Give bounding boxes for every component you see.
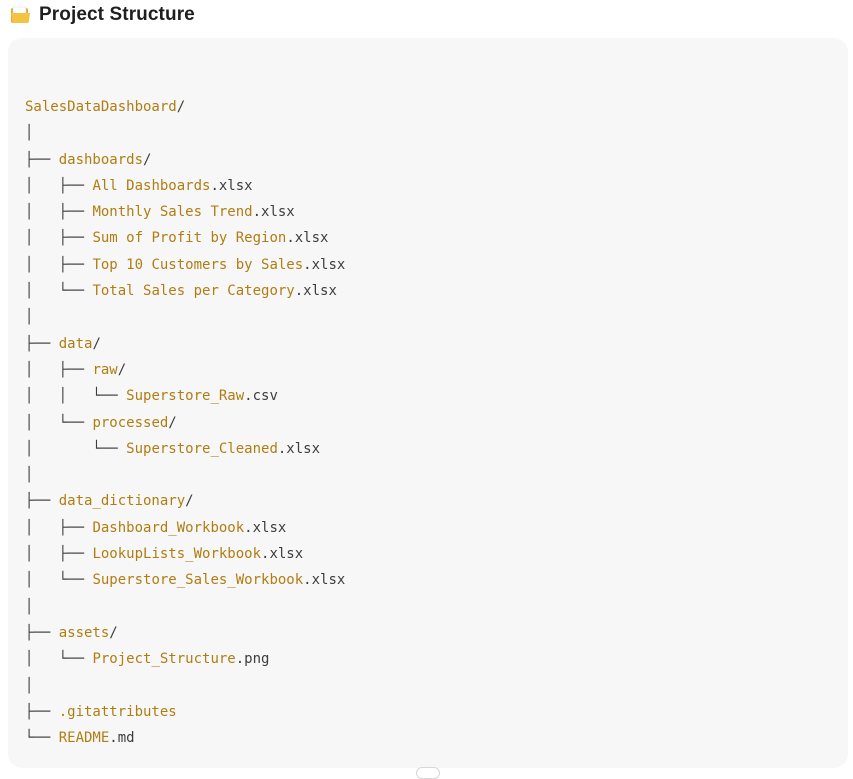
tree-guide: ├── bbox=[25, 703, 59, 720]
folder-name: raw bbox=[92, 361, 118, 378]
tree-guide: ├── bbox=[25, 624, 59, 641]
tree-guide: ├── bbox=[25, 151, 59, 168]
folder-name: processed bbox=[92, 414, 169, 431]
file-name: README bbox=[58, 730, 110, 747]
tree-guide: └── bbox=[25, 730, 59, 747]
file-name: Superstore_Cleaned bbox=[126, 440, 278, 457]
tree-guide: │ bbox=[25, 677, 34, 694]
file-name: Superstore_Sales_Workbook bbox=[92, 572, 304, 589]
file-name: Superstore_Raw bbox=[126, 388, 245, 405]
folder-slash: / bbox=[143, 151, 152, 168]
folder-name: assets bbox=[58, 624, 110, 641]
tree-guide: ├── bbox=[25, 335, 59, 352]
folder-name: dashboards bbox=[58, 151, 144, 168]
tree-line: │ └── Superstore_Sales_Workbook.xlsx bbox=[25, 567, 345, 593]
tree-line: │ bbox=[25, 673, 345, 699]
tree-guide: │ bbox=[25, 309, 34, 326]
file-name: LookupLists_Workbook bbox=[92, 546, 262, 563]
tree-line: ├── data/ bbox=[25, 331, 345, 357]
tree-line: ├── dashboards/ bbox=[25, 147, 345, 173]
tree-guide: │ bbox=[25, 598, 34, 615]
file-name: .gitattributes bbox=[58, 703, 177, 720]
code-block: SalesDataDashboard/│ ├── dashboards/│ ├──… bbox=[8, 38, 848, 768]
folder-slash: / bbox=[117, 361, 127, 378]
file-extension: .xlsx bbox=[294, 283, 337, 300]
file-name: Monthly Sales Trend bbox=[92, 204, 253, 221]
folder-name: data_dictionary bbox=[58, 493, 186, 510]
folder-slash: / bbox=[185, 493, 194, 510]
tree-line: │ bbox=[25, 462, 345, 488]
tree-guide: │ bbox=[25, 467, 34, 484]
tree-line: │ bbox=[25, 594, 345, 620]
folder-name: SalesDataDashboard bbox=[25, 99, 177, 115]
tree-guide: │ └── bbox=[25, 283, 93, 300]
file-extension: .xlsx bbox=[261, 546, 304, 563]
file-name: Dashboard_Workbook bbox=[92, 519, 245, 536]
scroll-indicator[interactable] bbox=[416, 767, 440, 779]
file-name: Project_Structure bbox=[92, 651, 236, 668]
folder-slash: / bbox=[109, 624, 118, 641]
tree-line: └── README.md bbox=[25, 725, 345, 751]
tree-guide: │ ├── bbox=[25, 361, 93, 378]
folder-icon bbox=[10, 6, 31, 25]
tree-line: │ bbox=[25, 304, 345, 330]
tree-guide: │ └── bbox=[25, 651, 93, 668]
file-extension: .xlsx bbox=[303, 256, 346, 273]
section-title: Project Structure bbox=[39, 4, 195, 25]
tree-guide: │ ├── bbox=[25, 519, 93, 536]
file-extension: .xlsx bbox=[277, 440, 321, 457]
file-name: Top 10 Customers by Sales bbox=[92, 256, 304, 273]
section-heading: Project Structure bbox=[10, 2, 195, 28]
file-name: All Dashboards bbox=[92, 177, 211, 194]
tree-line: │ bbox=[25, 120, 345, 146]
tree-line: SalesDataDashboard/ bbox=[25, 94, 345, 120]
folder-slash: / bbox=[92, 335, 101, 352]
tree-guide: │ ├── bbox=[25, 177, 93, 194]
folder-slash: / bbox=[176, 99, 186, 115]
tree-line: │ ├── Monthly Sales Trend.xlsx bbox=[25, 199, 345, 225]
file-name: Sum of Profit by Region bbox=[92, 230, 287, 247]
tree-guide: │ ├── bbox=[25, 256, 93, 273]
tree-guide: │ ├── bbox=[25, 204, 93, 221]
tree-line: ├── .gitattributes bbox=[25, 699, 345, 725]
directory-tree: SalesDataDashboard/│ ├── dashboards/│ ├──… bbox=[25, 94, 345, 751]
tree-line: │ ├── Dashboard_Workbook.xlsx bbox=[25, 515, 345, 541]
tree-line: │ └── processed/ bbox=[25, 410, 345, 436]
tree-line: │ │ └── Superstore_Raw.csv bbox=[25, 383, 345, 409]
tree-line: ├── assets/ bbox=[25, 620, 345, 646]
tree-line: ├── data_dictionary/ bbox=[25, 488, 345, 514]
tree-line: │ ├── Sum of Profit by Region.xlsx bbox=[25, 225, 345, 251]
file-extension: .md bbox=[109, 730, 135, 747]
tree-line: │ ├── Top 10 Customers by Sales.xlsx bbox=[25, 252, 345, 278]
file-extension: .xlsx bbox=[303, 572, 346, 589]
tree-guide: ├── bbox=[25, 493, 59, 510]
folder-name: data bbox=[58, 335, 93, 352]
tree-guide: │ └── bbox=[25, 572, 93, 589]
file-name: Total Sales per Category bbox=[92, 283, 295, 300]
file-extension: .xlsx bbox=[286, 230, 329, 247]
file-extension: .xlsx bbox=[244, 519, 287, 536]
tree-line: │ ├── LookupLists_Workbook.xlsx bbox=[25, 541, 345, 567]
tree-line: │ ├── raw/ bbox=[25, 357, 345, 383]
tree-guide: │ └── bbox=[25, 440, 127, 457]
tree-line: │ ├── All Dashboards.xlsx bbox=[25, 173, 345, 199]
tree-guide: │ bbox=[25, 125, 34, 142]
folder-slash: / bbox=[168, 414, 177, 431]
tree-line: │ └── Total Sales per Category.xlsx bbox=[25, 278, 345, 304]
tree-guide: │ ├── bbox=[25, 230, 93, 247]
file-extension: .png bbox=[235, 651, 270, 668]
tree-line: │ └── Superstore_Cleaned.xlsx bbox=[25, 436, 345, 462]
file-extension: .csv bbox=[244, 388, 278, 405]
tree-line: │ └── Project_Structure.png bbox=[25, 646, 345, 672]
file-extension: .xlsx bbox=[252, 204, 295, 221]
tree-guide: │ ├── bbox=[25, 546, 93, 563]
file-extension: .xlsx bbox=[210, 177, 253, 194]
tree-guide: │ └── bbox=[25, 414, 93, 431]
tree-guide: │ │ └── bbox=[25, 388, 127, 405]
